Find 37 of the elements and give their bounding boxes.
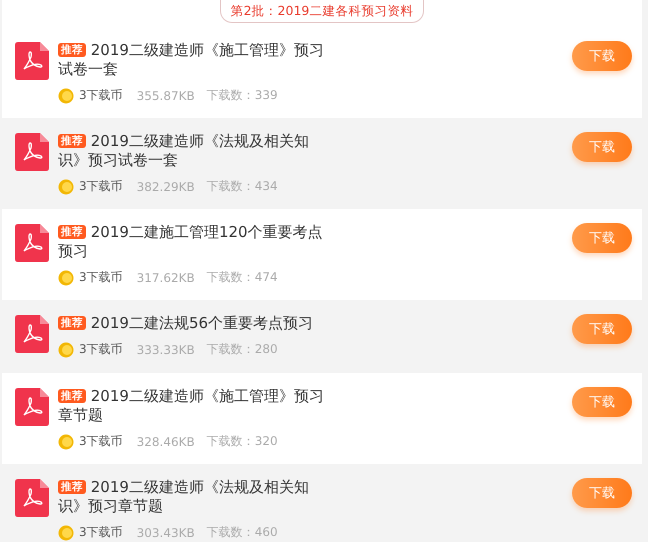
file-title[interactable]: 推荐 2019二建施工管理120个重要考点预习 bbox=[58, 223, 328, 261]
download-count: 下载数：320 bbox=[206, 433, 278, 450]
file-title[interactable]: 推荐 2019二级建造师《施工管理》预习试卷一套 bbox=[58, 41, 328, 79]
pdf-file-icon bbox=[15, 388, 49, 426]
file-size: 317.62KB bbox=[136, 270, 195, 284]
coin-icon bbox=[58, 88, 74, 104]
section-title: 第2批：2019二建各科预习资料 bbox=[220, 0, 424, 23]
pdf-file-icon bbox=[15, 224, 49, 262]
coin-icon bbox=[58, 342, 74, 358]
file-title[interactable]: 推荐 2019二级建造师《法规及相关知识》预习章节题 bbox=[58, 478, 328, 516]
pdf-file-icon bbox=[15, 42, 49, 80]
file-title[interactable]: 推荐 2019二级建造师《施工管理》预习章节题 bbox=[58, 387, 328, 425]
price-text: 3下载币 bbox=[79, 524, 123, 541]
pdf-file-icon bbox=[15, 479, 49, 517]
coin-icon bbox=[58, 178, 74, 194]
price-text: 3下载币 bbox=[79, 269, 123, 286]
file-size: 333.33KB bbox=[136, 342, 195, 356]
price-text: 3下载币 bbox=[79, 87, 123, 104]
pdf-file-icon bbox=[15, 315, 49, 353]
download-count: 下载数：474 bbox=[206, 269, 278, 286]
coin-icon bbox=[58, 524, 74, 540]
file-size: 382.29KB bbox=[136, 180, 195, 194]
file-title[interactable]: 推荐 2019二级建造师《法规及相关知识》预习试卷一套 bbox=[58, 132, 328, 170]
file-size: 355.87KB bbox=[136, 88, 195, 102]
price-text: 3下载币 bbox=[79, 341, 123, 358]
download-count: 下载数：434 bbox=[206, 178, 278, 195]
download-count: 下载数：460 bbox=[206, 524, 278, 541]
price-text: 3下载币 bbox=[79, 178, 123, 195]
pdf-file-icon bbox=[15, 133, 49, 171]
download-count: 下载数：280 bbox=[206, 341, 278, 358]
coin-icon bbox=[58, 434, 74, 450]
download-count: 下载数：339 bbox=[206, 87, 278, 104]
coin-icon bbox=[58, 270, 74, 286]
file-size: 303.43KB bbox=[136, 526, 195, 540]
price-text: 3下载币 bbox=[79, 433, 123, 450]
file-size: 328.46KB bbox=[136, 434, 195, 448]
file-title[interactable]: 推荐 2019二建法规56个重要考点预习 bbox=[58, 314, 328, 333]
